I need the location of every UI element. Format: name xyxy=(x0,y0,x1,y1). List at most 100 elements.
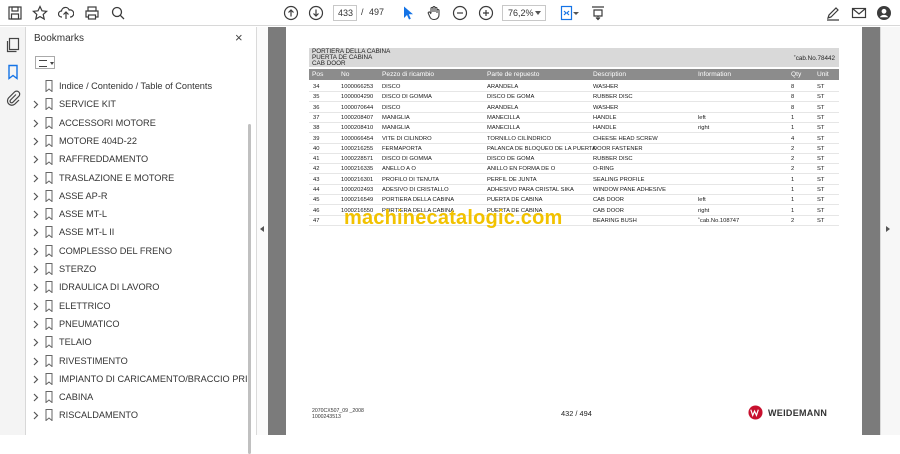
scrollbar-thumb[interactable] xyxy=(248,124,251,454)
bookmarks-panel-icon[interactable] xyxy=(5,64,21,80)
bookmark-item[interactable]: RISCALDAMENTO xyxy=(27,408,249,424)
bookmark-item[interactable]: MOTORE 404D-22 xyxy=(27,134,249,150)
table-row: 45 1000216549 PORTIERA DELLA CABINA PUERTA … xyxy=(309,195,839,206)
chevron-right-icon[interactable] xyxy=(33,210,39,219)
bookmark-item[interactable]: ASSE MT-L xyxy=(27,207,249,223)
zoom-search-icon[interactable] xyxy=(109,4,127,22)
bookmark-item[interactable]: SERVICE KIT xyxy=(27,97,249,113)
table-cell: ST xyxy=(817,135,825,142)
table-cell: ST xyxy=(817,176,825,183)
table-cell: 1000202493 xyxy=(341,187,374,193)
print-icon[interactable] xyxy=(83,4,101,22)
collapse-panel-icon[interactable] xyxy=(260,226,264,232)
bookmark-star-icon[interactable] xyxy=(31,4,49,22)
chevron-right-icon[interactable] xyxy=(33,338,39,347)
save-icon[interactable] xyxy=(6,4,24,22)
chevron-right-icon[interactable] xyxy=(33,155,39,164)
chevron-down-icon[interactable] xyxy=(572,4,580,22)
bookmark-scrollbar[interactable] xyxy=(247,79,253,454)
chevron-down-icon xyxy=(535,11,541,15)
chevron-right-icon[interactable] xyxy=(33,393,39,402)
chevron-right-icon[interactable] xyxy=(33,411,39,420)
chevron-right-icon[interactable] xyxy=(33,100,39,109)
table-cell: ST xyxy=(817,84,825,90)
bookmark-item[interactable]: RAFFREDDAMENTO xyxy=(27,152,249,168)
mail-icon[interactable] xyxy=(850,4,868,22)
bookmark-list: Indice / Contenido / Table of Contents SE… xyxy=(27,79,249,435)
table-cell: DISCO DI GOMMA xyxy=(382,156,432,163)
table-row: 39 1000066454 VITE DI CILINDRO TORNILLO CIL… xyxy=(309,134,839,144)
chevron-right-icon[interactable] xyxy=(33,247,39,256)
bookmark-item[interactable]: ASSE AP-R xyxy=(27,189,249,205)
table-cell: PROFILO DI TENUTA xyxy=(382,176,440,183)
right-panel-splitter[interactable] xyxy=(880,27,900,435)
table-header: Pos No Pezzo di ricambio Parte de repues… xyxy=(309,69,839,80)
bookmark-item[interactable]: IDRAULICA DI LAVORO xyxy=(27,280,249,296)
bookmark-options-button[interactable] xyxy=(35,56,55,69)
chevron-right-icon[interactable] xyxy=(33,320,39,329)
zoom-select[interactable]: 76,2% xyxy=(502,5,546,21)
next-page-icon[interactable] xyxy=(307,4,325,22)
bookmark-item[interactable]: TELAIO xyxy=(27,335,249,351)
bookmark-item[interactable]: ASSE MT-L II xyxy=(27,225,249,241)
chevron-right-icon[interactable] xyxy=(33,192,39,201)
attachment-icon[interactable] xyxy=(5,90,21,106)
scroll-mode-icon[interactable] xyxy=(589,4,607,22)
expand-panel-icon[interactable] xyxy=(886,226,890,232)
table-cell: DISCO DE GOMA xyxy=(487,156,535,163)
edit-sign-icon[interactable] xyxy=(824,4,842,22)
pdf-page: PORTIERA DELLA CABINA PUERTA DE CABINA C… xyxy=(286,27,862,435)
bookmark-label: CABINA xyxy=(59,392,94,403)
table-cell: left xyxy=(698,114,706,121)
table-cell: 1000066454 xyxy=(341,135,374,142)
table-cell: right xyxy=(698,207,710,214)
pages-thumbnail-icon[interactable] xyxy=(5,37,21,53)
bookmark-item[interactable]: COMPLESSO DEL FRENO xyxy=(27,244,249,260)
table-row: 44 1000202493 ADESIVO DI CRISTALLO ADHESIVO… xyxy=(309,185,839,195)
table-cell: 1000208407 xyxy=(341,114,374,121)
zoom-in-icon[interactable] xyxy=(477,4,495,22)
table-cell: 2 xyxy=(791,145,795,152)
chevron-right-icon[interactable] xyxy=(33,375,39,384)
table-cell: 1000070644 xyxy=(341,104,374,111)
bookmark-icon xyxy=(45,171,53,184)
table-cell: WASHER xyxy=(593,84,619,90)
bookmark-item[interactable]: Indice / Contenido / Table of Contents xyxy=(27,79,249,95)
bookmark-item[interactable]: ACCESSORI MOTORE xyxy=(27,116,249,132)
bookmark-item[interactable]: RIVESTIMENTO xyxy=(27,354,249,370)
navigation-rail xyxy=(0,27,26,435)
hand-icon[interactable] xyxy=(425,4,443,22)
chevron-right-icon[interactable] xyxy=(33,283,39,292)
table-cell: ST xyxy=(817,166,825,173)
table-cell: ST xyxy=(817,145,825,152)
bookmark-item[interactable]: STERZO xyxy=(27,262,249,278)
table-cell: 2 xyxy=(791,166,795,173)
upload-icon[interactable] xyxy=(57,4,75,22)
bookmark-item[interactable]: IMPIANTO DI CARICAMENTO/BRACCIO PRINCIPA xyxy=(27,372,249,388)
chevron-right-icon[interactable] xyxy=(33,228,39,237)
table-cell: 1 xyxy=(791,207,795,214)
current-page-input[interactable]: 433 xyxy=(333,5,357,21)
weidemann-logo-icon xyxy=(748,405,763,420)
bookmark-item[interactable]: ELETTRICO xyxy=(27,299,249,315)
account-icon[interactable] xyxy=(875,4,893,22)
table-cell: ANILLO EN FORMA DE O xyxy=(487,166,556,173)
chevron-right-icon[interactable] xyxy=(33,357,39,366)
table-cell: 1 xyxy=(791,125,795,132)
document-viewport[interactable]: PORTIERA DELLA CABINA PUERTA DE CABINA C… xyxy=(268,27,880,435)
bookmark-label: MOTORE 404D-22 xyxy=(59,135,137,146)
chevron-right-icon[interactable] xyxy=(33,174,39,183)
bookmark-item[interactable]: PNEUMATICO xyxy=(27,317,249,333)
chevron-right-icon[interactable] xyxy=(33,137,39,146)
chevron-right-icon[interactable] xyxy=(33,265,39,274)
bookmark-item[interactable]: CABINA xyxy=(27,390,249,406)
chevron-right-icon[interactable] xyxy=(33,302,39,311)
table-cell: 2 xyxy=(791,217,795,224)
header-line-en: CAB DOOR xyxy=(312,60,346,67)
prev-page-icon[interactable] xyxy=(282,4,300,22)
zoom-out-icon[interactable] xyxy=(451,4,469,22)
bookmark-item[interactable]: TRASLAZIONE E MOTORE xyxy=(27,171,249,187)
select-cursor-icon[interactable] xyxy=(399,4,417,22)
chevron-right-icon[interactable] xyxy=(33,119,39,128)
close-icon[interactable]: × xyxy=(235,31,243,44)
